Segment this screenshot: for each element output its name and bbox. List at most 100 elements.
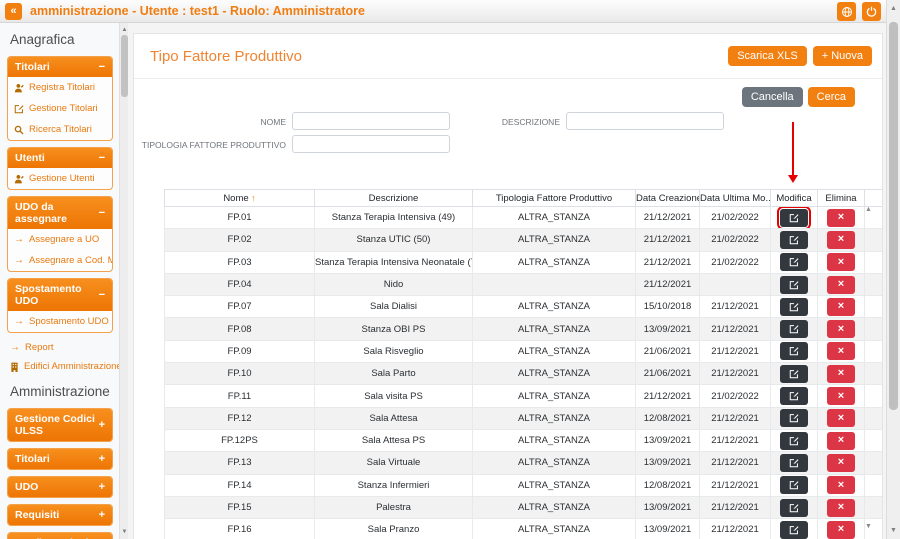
edit-button[interactable] [780,521,808,539]
column-header-tipologia-fattore-produttivo[interactable]: Tipologia Fattore Produttivo [473,190,636,207]
sidebar-panel-header-udo-da-assegnare[interactable]: UDO da assegnare− [8,197,112,229]
sidebar-link-edifici-amministrazione[interactable]: Edifici Amministrazione [0,358,119,375]
search-button[interactable]: Cerca [808,87,855,107]
sidebar-scrollbar[interactable]: ▲ ▼ [119,23,128,539]
edit-square-icon [789,324,799,334]
edit-button[interactable] [780,365,808,383]
sidebar-collapse-button[interactable]: « [5,3,22,20]
edit-button[interactable] [780,342,808,360]
table-scroll-up-icon[interactable]: ▲ [865,206,872,213]
sidebar-panel-header-titolari[interactable]: Titolari+ [8,449,112,469]
cell-nome: FP.11 [165,385,315,407]
delete-button[interactable]: × [827,298,855,316]
delete-button[interactable]: × [827,499,855,517]
arrow-icon: → [10,342,20,353]
column-header-data-ultima-mo[interactable]: Data Ultima Mo... [700,190,771,207]
cell-data-creazione: 13/09/2021 [636,429,700,451]
delete-button[interactable]: × [827,342,855,360]
delete-button[interactable]: × [827,276,855,294]
table-filler-cell [865,385,883,407]
edit-button-highlighted[interactable] [780,209,808,227]
delete-button[interactable]: × [827,476,855,494]
delete-button[interactable]: × [827,387,855,405]
column-header-elimina[interactable]: Elimina [818,190,865,207]
globe-button[interactable] [837,2,856,21]
sidebar-item-gestione-titolari[interactable]: Gestione Titolari [8,98,112,119]
sidebar-item-gestione-utenti[interactable]: Gestione Utenti [8,168,112,189]
edit-button[interactable] [780,454,808,472]
column-header-descrizione[interactable]: Descrizione [315,190,473,207]
cell-elimina: × [818,429,865,451]
delete-button[interactable]: × [827,409,855,427]
edit-button[interactable] [780,409,808,427]
sidebar-link-report[interactable]: →Report [0,339,119,356]
delete-button[interactable]: × [827,432,855,450]
sidebar-item-spostamento-udo[interactable]: →Spostamento UDO [8,311,112,332]
scroll-up-icon[interactable]: ▲ [120,27,129,33]
edit-button[interactable] [780,298,808,316]
expand-icon: + [99,510,105,521]
sidebar-item-registra-titolari[interactable]: Registra Titolari [8,77,112,98]
sidebar-panel-utenti: Utenti−Gestione Utenti [7,147,113,190]
cell-data-ultima-modifica: 21/12/2021 [700,318,771,340]
scroll-up-icon[interactable]: ▲ [887,5,900,12]
cell-tipologia: ALTRA_STANZA [473,296,636,318]
sidebar-panel-header-spostamento-udo[interactable]: Spostamento UDO− [8,279,112,311]
new-button[interactable]: + Nuova [813,46,872,66]
window-scrollbar[interactable]: ▲ ▼ [886,0,900,539]
clear-button[interactable]: Cancella [742,87,803,107]
sidebar-panel-header-configurazioni-udo[interactable]: Configurazioni UDO− [8,533,112,539]
edit-button[interactable] [780,387,808,405]
sidebar-panel-header-gestione-codici-ulss[interactable]: Gestione Codici ULSS+ [8,409,112,441]
column-header-data-creazione[interactable]: Data Creazione [636,190,700,207]
cell-descrizione: Sala Pranzo [315,519,473,539]
sidebar-item-ricerca-titolari[interactable]: Ricerca Titolari [8,119,112,140]
delete-button[interactable]: × [827,320,855,338]
cell-nome: FP.07 [165,296,315,318]
edit-button[interactable] [780,253,808,271]
edit-button[interactable] [780,432,808,450]
delete-button[interactable]: × [827,231,855,249]
sidebar-panel-header-udo[interactable]: UDO+ [8,477,112,497]
sidebar-item-assegnare-a-cod-min[interactable]: →Assegnare a Cod. Min. [8,250,112,271]
sidebar-scrollbar-thumb[interactable] [121,35,128,97]
descrizione-input[interactable] [566,112,724,130]
column-header-nome[interactable]: Nome ↑ [165,190,315,207]
power-button[interactable] [862,2,881,21]
delete-button[interactable]: × [827,209,855,227]
nome-input[interactable] [292,112,450,130]
edit-button[interactable] [780,499,808,517]
edit-button[interactable] [780,476,808,494]
window-scrollbar-thumb[interactable] [889,22,898,410]
table-row-fp-03: FP.03Stanza Terapia Intensiva Neonatale … [165,251,883,273]
search-actions: Cancella Cerca [742,87,855,107]
cell-elimina: × [818,407,865,429]
delete-button[interactable]: × [827,253,855,271]
sidebar-panel-header-utenti[interactable]: Utenti− [8,148,112,168]
cell-descrizione: Sala Attesa [315,407,473,429]
edit-button[interactable] [780,320,808,338]
table-body: FP.01Stanza Terapia Intensiva (49)ALTRA_… [165,207,883,539]
column-header-modifica[interactable]: Modifica [771,190,818,207]
edit-square-icon [789,213,799,223]
cell-descrizione: Nido [315,273,473,295]
sidebar-panel-header-requisiti[interactable]: Requisiti+ [8,505,112,525]
cell-nome: FP.15 [165,496,315,518]
scroll-down-icon[interactable]: ▼ [120,529,129,535]
edit-button[interactable] [780,276,808,294]
globe-icon [841,6,853,18]
download-xls-button[interactable]: Scarica XLS [728,46,807,66]
cell-elimina: × [818,207,865,229]
delete-button[interactable]: × [827,521,855,539]
delete-button[interactable]: × [827,365,855,383]
edit-square-icon [789,280,799,290]
table-scroll-down-icon[interactable]: ▼ [865,523,872,530]
tipologia-input[interactable] [292,135,450,153]
table-filler-cell [865,296,883,318]
cell-data-creazione: 21/12/2021 [636,251,700,273]
edit-button[interactable] [780,231,808,249]
scroll-down-icon[interactable]: ▼ [887,527,900,534]
delete-button[interactable]: × [827,454,855,472]
sidebar-panel-header-titolari[interactable]: Titolari− [8,57,112,77]
sidebar-item-assegnare-a-uo[interactable]: →Assegnare a UO [8,229,112,250]
